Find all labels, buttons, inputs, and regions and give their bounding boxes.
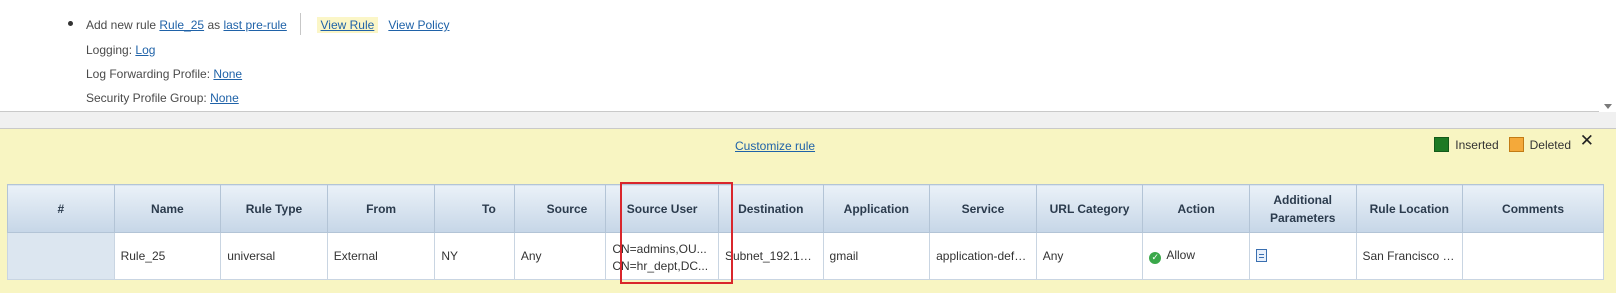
source-user-entry: CN=admins,OU... <box>612 242 707 256</box>
col-to[interactable]: To <box>434 184 515 233</box>
col-rule-type[interactable]: Rule Type <box>220 184 328 233</box>
document-icon[interactable] <box>1255 249 1267 262</box>
security-group-link[interactable]: None <box>210 91 239 105</box>
vertical-scrollbar[interactable] <box>1599 0 1616 112</box>
cell-to[interactable]: NY <box>434 232 515 280</box>
logging-line: Logging: Log <box>86 43 155 57</box>
view-policy-link[interactable]: View Policy <box>388 18 449 32</box>
col-destination[interactable]: Destination <box>717 184 824 233</box>
cell-num <box>7 232 115 280</box>
as-text: as <box>207 18 221 33</box>
col-rule-location[interactable]: Rule Location <box>1355 184 1464 233</box>
col-additional-parameters[interactable]: Additional Parameters <box>1248 184 1357 233</box>
col-comments[interactable]: Comments <box>1462 184 1604 233</box>
security-group-label: Security Profile Group: <box>86 91 207 105</box>
add-rule-line: Add new rule Rule_25 as last pre-rule Vi… <box>68 13 449 37</box>
rule-table: # Name Rule Type From To Source Source U… <box>7 184 1604 280</box>
table-row[interactable]: Rule_25 universal External NY Any CN=adm… <box>7 232 1604 280</box>
col-action[interactable]: Action <box>1142 184 1250 233</box>
cell-additional-parameters[interactable] <box>1248 232 1357 280</box>
log-forwarding-line: Log Forwarding Profile: None <box>86 67 242 81</box>
cell-source-user[interactable]: CN=admins,OU... CN=hr_dept,DC... <box>605 232 719 280</box>
col-source-user[interactable]: Source User <box>605 184 719 233</box>
rule-summary-panel: Add new rule Rule_25 as last pre-rule Vi… <box>0 0 1616 112</box>
cell-name[interactable]: Rule_25 <box>113 232 222 280</box>
cell-url-category[interactable]: Any <box>1035 232 1144 280</box>
col-name[interactable]: Name <box>113 184 222 233</box>
source-user-entry: CN=hr_dept,DC... <box>612 259 709 273</box>
inserted-swatch <box>1434 137 1450 152</box>
bullet-icon <box>68 21 73 26</box>
security-group-line: Security Profile Group: None <box>86 91 239 105</box>
col-additional-parameters-line2: Parameters <box>1270 210 1336 225</box>
cell-source[interactable]: Any <box>513 232 607 280</box>
separator <box>300 13 302 35</box>
table-header-row: # Name Rule Type From To Source Source U… <box>7 184 1604 233</box>
col-url-category[interactable]: URL Category <box>1035 184 1144 233</box>
deleted-swatch <box>1508 137 1524 152</box>
action-label: Allow <box>1166 248 1195 262</box>
cell-application[interactable]: gmail <box>822 232 931 280</box>
logging-link[interactable]: Log <box>135 43 155 57</box>
col-num[interactable]: # <box>7 184 115 233</box>
cell-action[interactable]: ✓ Allow <box>1142 232 1250 280</box>
deleted-label: Deleted <box>1529 137 1571 152</box>
check-circle-icon: ✓ <box>1149 252 1162 264</box>
col-source[interactable]: Source <box>513 184 607 233</box>
col-application[interactable]: Application <box>822 184 931 233</box>
cell-service[interactable]: application-defa... <box>929 232 1037 280</box>
customize-rule-link[interactable]: Customize rule <box>735 139 815 153</box>
rule-position-link[interactable]: last pre-rule <box>223 18 286 32</box>
cell-rule-location[interactable]: San Francisco D... <box>1355 232 1464 280</box>
log-forwarding-label: Log Forwarding Profile: <box>86 67 211 81</box>
cell-from[interactable]: External <box>326 232 436 280</box>
change-legend: Inserted Deleted <box>1434 137 1571 152</box>
scroll-down-icon[interactable] <box>1604 104 1612 109</box>
cell-rule-type[interactable]: universal <box>220 232 328 280</box>
cell-comments[interactable] <box>1462 232 1604 280</box>
col-additional-parameters-line1: Additional <box>1273 192 1333 207</box>
rule-name-link[interactable]: Rule_25 <box>159 18 204 32</box>
col-from[interactable]: From <box>326 184 436 233</box>
view-rule-link[interactable]: View Rule <box>316 17 379 34</box>
log-forwarding-link[interactable]: None <box>213 67 242 81</box>
cell-destination[interactable]: Subnet_192.168... <box>717 232 824 280</box>
customize-rule-panel: Customize rule Inserted Deleted ✕ # Name… <box>0 128 1616 293</box>
close-icon[interactable]: ✕ <box>1580 131 1594 151</box>
logging-label: Logging: <box>86 43 133 57</box>
inserted-label: Inserted <box>1455 137 1499 152</box>
col-service[interactable]: Service <box>929 184 1037 233</box>
add-rule-prefix: Add new rule <box>86 18 157 33</box>
